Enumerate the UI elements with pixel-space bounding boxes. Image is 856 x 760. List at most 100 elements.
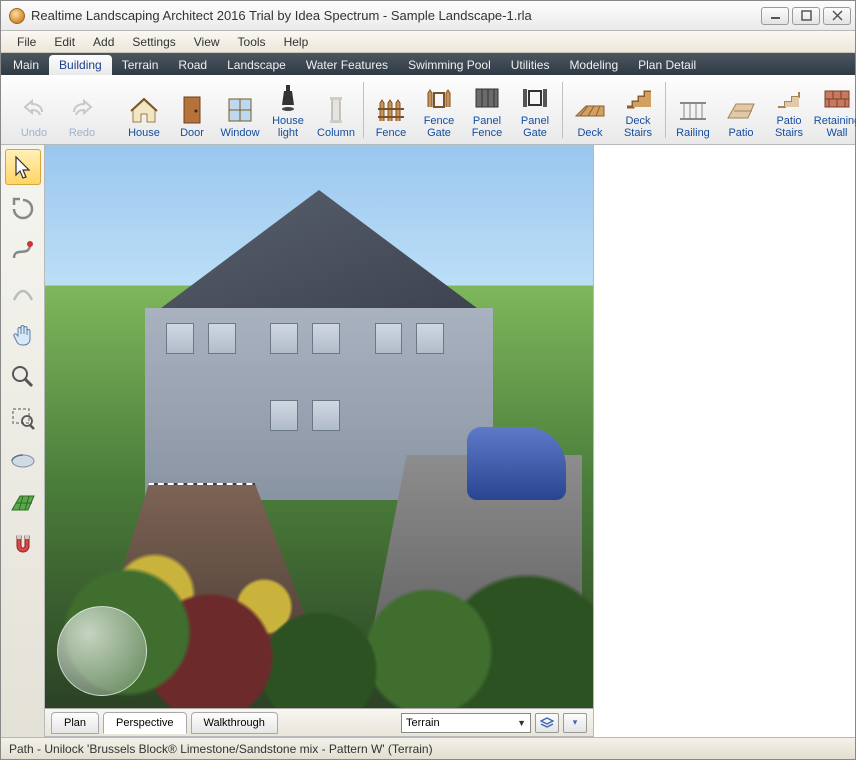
app-icon <box>9 8 25 24</box>
statusbar: Path - Unilock 'Brussels Block® Limeston… <box>1 737 855 759</box>
tab-swimming-pool[interactable]: Swimming Pool <box>398 55 501 75</box>
tab-landscape[interactable]: Landscape <box>217 55 296 75</box>
retaining-wall-icon <box>821 82 853 114</box>
redo-label: Redo <box>69 128 95 140</box>
ribbon-button-label: Patio Stairs <box>775 116 803 139</box>
snap-tool[interactable] <box>5 527 41 563</box>
arc-tool[interactable] <box>5 275 41 311</box>
ribbon-button-label: Door <box>180 128 204 140</box>
roof-render <box>122 190 517 314</box>
ribbon-button-label: Deck Stairs <box>624 116 652 139</box>
view-tab-perspective[interactable]: Perspective <box>103 712 186 734</box>
fence-icon <box>375 94 407 126</box>
arc-icon <box>10 280 36 306</box>
panel-fence-button[interactable]: Panel Fence <box>464 80 510 140</box>
patio-stairs-button[interactable]: Patio Stairs <box>766 80 812 140</box>
orbit-tool[interactable] <box>5 443 41 479</box>
tab-terrain[interactable]: Terrain <box>112 55 169 75</box>
zoom-region-icon <box>10 406 36 432</box>
panel-gate-button[interactable]: Panel Gate <box>512 80 558 140</box>
chevron-down-icon: ▼ <box>517 718 526 728</box>
tab-main[interactable]: Main <box>3 55 49 75</box>
ribbon-button-label: Patio <box>728 128 753 140</box>
ribbon-button-label: Railing <box>676 128 710 140</box>
patio-button[interactable]: Patio <box>718 80 764 140</box>
tab-utilities[interactable]: Utilities <box>501 55 560 75</box>
ribbon-button-label: Retaining Wall <box>814 116 856 139</box>
view-mode-bar: Plan Perspective Walkthrough Terrain ▼ ▾ <box>45 709 593 737</box>
pointer-icon <box>11 154 35 180</box>
curve-icon <box>10 238 36 264</box>
tab-modeling[interactable]: Modeling <box>559 55 628 75</box>
tab-water-features[interactable]: Water Features <box>296 55 398 75</box>
house-light-button[interactable]: House light <box>265 80 311 140</box>
column-button[interactable]: Column <box>313 80 359 140</box>
menu-file[interactable]: File <box>9 33 44 51</box>
window-title: Realtime Landscaping Architect 2016 Tria… <box>31 8 761 23</box>
navigation-orb[interactable] <box>57 606 147 696</box>
tab-road[interactable]: Road <box>168 55 217 75</box>
redo-icon <box>66 94 98 126</box>
house-icon <box>128 94 160 126</box>
deck-stairs-icon <box>622 82 654 114</box>
fence-gate-button[interactable]: Fence Gate <box>416 80 462 140</box>
category-tabbar: Main Building Terrain Road Landscape Wat… <box>1 53 855 75</box>
menu-view[interactable]: View <box>186 33 228 51</box>
menu-settings[interactable]: Settings <box>124 33 183 51</box>
view-tab-plan[interactable]: Plan <box>51 712 99 734</box>
3d-viewport[interactable] <box>45 145 593 709</box>
patio-icon <box>725 94 757 126</box>
deck-icon <box>574 94 606 126</box>
maximize-button[interactable] <box>792 7 820 25</box>
tab-building[interactable]: Building <box>49 55 112 75</box>
ribbon-button-label: Window <box>220 128 259 140</box>
ribbon-button-label: Fence <box>376 128 407 140</box>
ribbon-separator <box>665 82 666 138</box>
door-button[interactable]: Door <box>169 80 215 140</box>
curve-tool[interactable] <box>5 233 41 269</box>
ribbon-button-label: House light <box>272 116 304 139</box>
retaining-wall-button[interactable]: Retaining Wall <box>814 80 856 140</box>
magnifier-icon <box>10 364 36 390</box>
ribbon-button-label: Fence Gate <box>424 116 455 139</box>
deck-button[interactable]: Deck <box>567 80 613 140</box>
menu-tools[interactable]: Tools <box>230 33 274 51</box>
zoom-region-tool[interactable] <box>5 401 41 437</box>
menu-edit[interactable]: Edit <box>46 33 83 51</box>
pointer-tool[interactable] <box>5 149 41 185</box>
layer-select[interactable]: Terrain ▼ <box>401 713 531 733</box>
maximize-icon <box>801 10 812 21</box>
menu-help[interactable]: Help <box>276 33 317 51</box>
ribbon-separator <box>562 82 563 138</box>
minimize-icon <box>770 10 781 21</box>
pan-tool[interactable] <box>5 317 41 353</box>
minimize-button[interactable] <box>761 7 789 25</box>
redo-button[interactable]: Redo <box>59 80 105 140</box>
ribbon-button-label: Panel Gate <box>521 116 549 139</box>
viewport-column: Plan Perspective Walkthrough Terrain ▼ ▾ <box>45 145 593 737</box>
grid-tool[interactable] <box>5 485 41 521</box>
deck-stairs-button[interactable]: Deck Stairs <box>615 80 661 140</box>
undo-button[interactable]: Undo <box>11 80 57 140</box>
window-button[interactable]: Window <box>217 80 263 140</box>
layer-toggle-button[interactable] <box>535 713 559 733</box>
panel-gate-icon <box>519 82 551 114</box>
railing-button[interactable]: Railing <box>670 80 716 140</box>
tab-plan-detail[interactable]: Plan Detail <box>628 55 706 75</box>
close-icon <box>832 10 843 21</box>
column-icon <box>320 94 352 126</box>
ribbon-button-label: Column <box>317 128 355 140</box>
menu-add[interactable]: Add <box>85 33 122 51</box>
layer-dropdown-button[interactable]: ▾ <box>563 713 587 733</box>
undo-label: Undo <box>21 128 47 140</box>
orbit-icon <box>9 450 37 472</box>
house-button[interactable]: House <box>121 80 167 140</box>
fence-button[interactable]: Fence <box>368 80 414 140</box>
zoom-tool[interactable] <box>5 359 41 395</box>
rotate-tool[interactable] <box>5 191 41 227</box>
layers-icon <box>540 717 554 729</box>
layer-select-value: Terrain <box>406 717 440 729</box>
side-tool-palette <box>1 145 45 737</box>
view-tab-walkthrough[interactable]: Walkthrough <box>191 712 278 734</box>
close-button[interactable] <box>823 7 851 25</box>
